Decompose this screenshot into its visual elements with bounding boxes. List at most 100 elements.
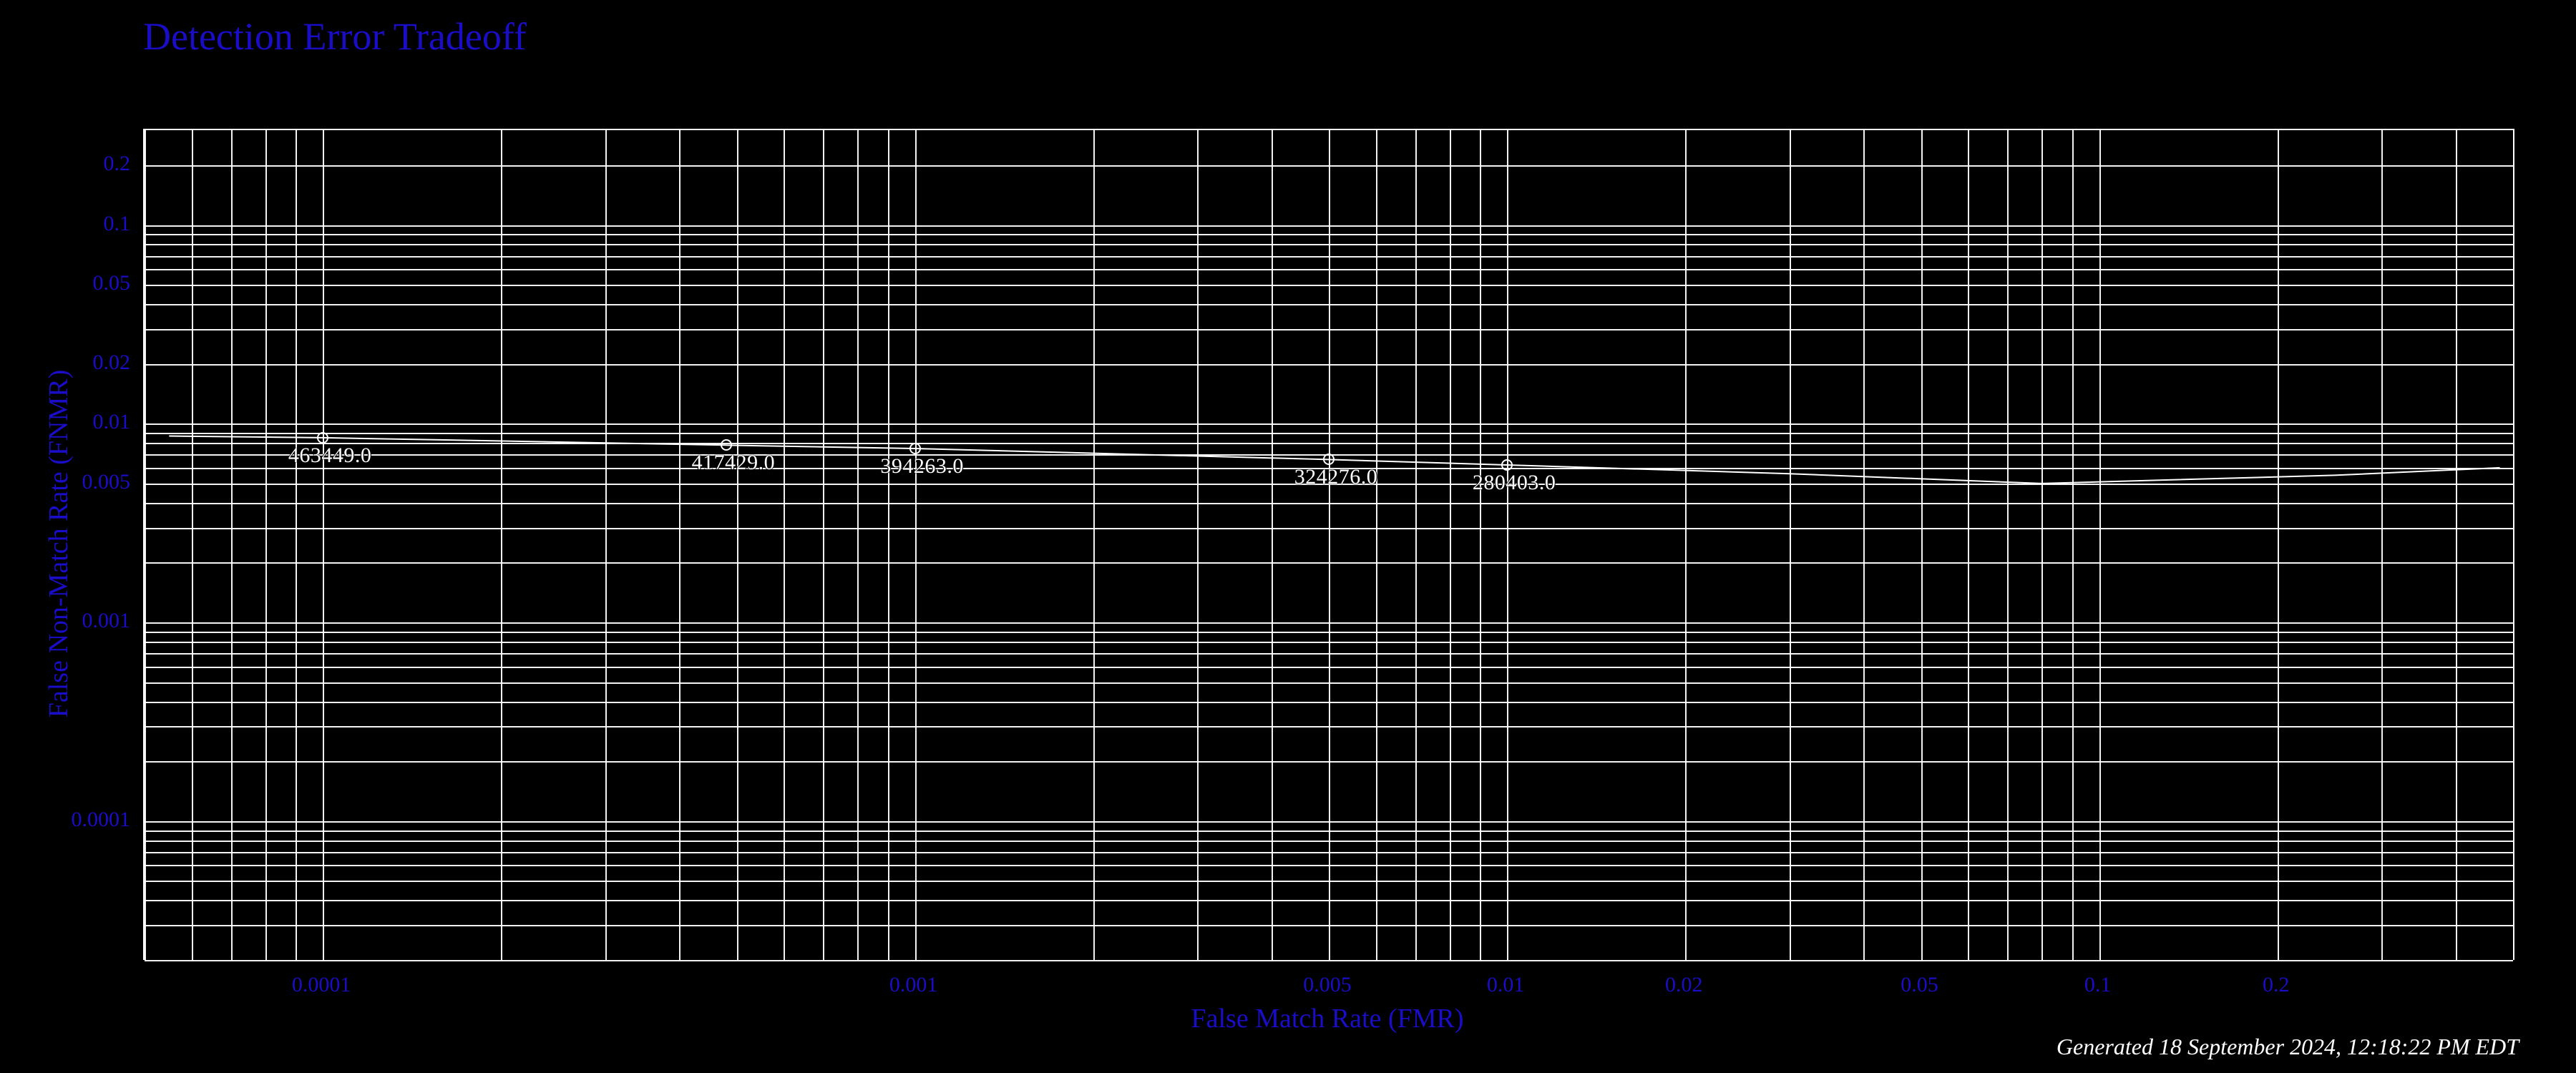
grid-line-horizontal (145, 622, 2513, 624)
y-axis-label: False Non-Match Rate (FNMR) (43, 370, 74, 718)
grid-line-vertical (1790, 130, 1791, 960)
x-tick-label: 0.02 (1665, 973, 1703, 997)
grid-line-horizontal (145, 865, 2513, 866)
grid-line-vertical (605, 130, 607, 960)
grid-line-vertical (192, 130, 193, 960)
grid-line-vertical (2278, 130, 2279, 960)
grid-line-vertical (2456, 130, 2457, 960)
grid-line-horizontal (145, 423, 2513, 425)
grid-line-horizontal (145, 900, 2513, 901)
grid-line-vertical (1480, 130, 1481, 960)
y-tick-label: 0.01 (93, 410, 131, 434)
y-tick-label: 0.02 (93, 351, 131, 375)
grid-line-vertical (915, 130, 917, 960)
grid-line-horizontal (145, 269, 2513, 270)
grid-line-vertical (784, 130, 785, 960)
grid-line-vertical (1450, 130, 1451, 960)
grid-line-horizontal (145, 726, 2513, 727)
x-tick-label: 0.005 (1303, 973, 1352, 997)
x-tick-label: 0.1 (2084, 973, 2112, 997)
data-point (909, 443, 921, 454)
data-point-label: 463449.0 (288, 444, 372, 468)
grid-line-horizontal (145, 702, 2513, 703)
footer-timestamp: Generated 18 September 2024, 12:18:22 PM… (2057, 1034, 2519, 1060)
grid-line-vertical (823, 130, 824, 960)
y-tick-label: 0.001 (82, 609, 131, 633)
grid-line-horizontal (145, 329, 2513, 330)
grid-line-horizontal (145, 562, 2513, 564)
grid-line-vertical (737, 130, 738, 960)
data-point (317, 432, 328, 444)
y-tick-label: 0.0001 (72, 808, 131, 832)
grid-line-vertical (501, 130, 502, 960)
grid-line-vertical (1376, 130, 1377, 960)
y-tick-label: 0.2 (104, 152, 131, 176)
grid-line-vertical (323, 130, 324, 960)
grid-line-vertical (2513, 130, 2514, 960)
data-point (721, 439, 732, 451)
grid-line-horizontal (145, 642, 2513, 643)
grid-line-horizontal (145, 364, 2513, 366)
grid-line-vertical (296, 130, 297, 960)
data-point (1501, 459, 1513, 471)
grid-line-vertical (2099, 130, 2101, 960)
x-tick-label: 0.0001 (292, 973, 351, 997)
grid-line-horizontal (145, 256, 2513, 258)
grid-line-horizontal (145, 443, 2513, 444)
grid-line-vertical (265, 130, 267, 960)
grid-line-horizontal (145, 667, 2513, 668)
grid-line-horizontal (145, 852, 2513, 853)
x-axis-label: False Match Rate (FMR) (1191, 1003, 1463, 1034)
grid-line-horizontal (145, 304, 2513, 305)
grid-line-vertical (679, 130, 680, 960)
grid-line-horizontal (145, 682, 2513, 684)
x-tick-label: 0.01 (1487, 973, 1525, 997)
grid-line-vertical (2007, 130, 2009, 960)
y-tick-label: 0.05 (93, 271, 131, 295)
data-point-label: 394263.0 (880, 454, 964, 479)
plot-area: 463449.0 417429.0 394263.0 324276.0 280403.0 (143, 129, 2514, 960)
grid-line-vertical (145, 130, 146, 960)
grid-line-horizontal (145, 503, 2513, 504)
x-tick-label: 0.2 (2263, 973, 2290, 997)
grid-line-horizontal (145, 234, 2513, 235)
grid-line-horizontal (145, 244, 2513, 245)
grid-line-vertical (888, 130, 889, 960)
grid-line-horizontal (145, 881, 2513, 882)
grid-line-vertical (1863, 130, 1865, 960)
data-point-label: 324276.0 (1294, 465, 1378, 489)
data-point (1323, 454, 1335, 465)
grid-line-vertical (1685, 130, 1687, 960)
grid-line-horizontal (145, 632, 2513, 633)
grid-line-vertical (1507, 130, 1508, 960)
grid-line-horizontal (145, 165, 2513, 167)
grid-line-vertical (1272, 130, 1273, 960)
data-point-label: 280403.0 (1473, 471, 1556, 495)
grid-line-vertical (2072, 130, 2074, 960)
grid-line-horizontal (145, 821, 2513, 823)
grid-line-vertical (231, 130, 233, 960)
grid-line-horizontal (145, 653, 2513, 655)
x-tick-label: 0.001 (889, 973, 938, 997)
grid-line-vertical (1329, 130, 1330, 960)
grid-line-horizontal (145, 960, 2513, 961)
chart-title: Detection Error Tradeoff (143, 14, 527, 59)
grid-line-horizontal (145, 528, 2513, 529)
grid-line-horizontal (145, 285, 2513, 286)
grid-line-horizontal (145, 433, 2513, 434)
grid-line-horizontal (145, 831, 2513, 832)
x-tick-label: 0.05 (1901, 973, 1938, 997)
grid-line-vertical (1968, 130, 1969, 960)
data-point-label: 417429.0 (692, 451, 776, 475)
grid-line-vertical (1921, 130, 1923, 960)
grid-line-vertical (2041, 130, 2043, 960)
y-tick-label: 0.1 (104, 212, 131, 236)
grid-line-horizontal (145, 225, 2513, 227)
grid-line-horizontal (145, 841, 2513, 842)
grid-line-vertical (1197, 130, 1199, 960)
grid-line-horizontal (145, 761, 2513, 763)
grid-line-vertical (1415, 130, 1417, 960)
grid-line-vertical (2381, 130, 2383, 960)
y-tick-label: 0.005 (82, 470, 131, 494)
grid-line-vertical (1093, 130, 1095, 960)
